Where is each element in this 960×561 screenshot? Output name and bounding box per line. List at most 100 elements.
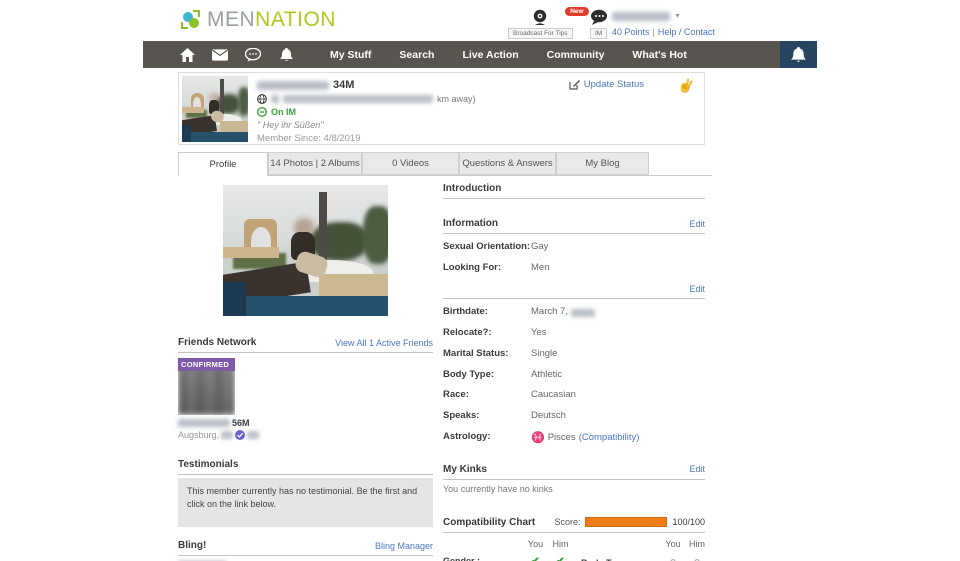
alerts-bell-button[interactable] (780, 41, 817, 68)
nav-live-action[interactable]: Live Action (448, 49, 532, 61)
col-you: You (523, 536, 548, 553)
nav-whats-hot[interactable]: What's Hot (618, 49, 700, 61)
compatibility-title: Compatibility Chart (443, 517, 535, 528)
im-button[interactable]: IM (589, 9, 609, 39)
testimonials-empty-message: This member currently has no testimonial… (178, 478, 433, 527)
compatibility-chart-section: Compatibility Chart Score: 100/100 You H… (443, 517, 705, 561)
new-badge: New (565, 7, 588, 16)
bell-icon (791, 47, 806, 63)
score-value: 100/100 (672, 517, 705, 527)
col-you: You (661, 536, 685, 555)
my-kinks-section: My Kinks Edit You currently have no kink… (443, 464, 705, 494)
kinks-empty-message: You currently have no kinks (443, 484, 705, 494)
update-status-text: Update Status (584, 79, 644, 90)
score-bar (585, 517, 667, 527)
logo-text-nation: NATION (255, 8, 336, 31)
update-status-link[interactable]: Update Status (569, 79, 644, 90)
bodytype-you: ? (661, 555, 685, 561)
distance-suffix: km away) (437, 94, 476, 104)
information-edit-link[interactable]: Edit (689, 219, 705, 229)
col-him: Him (685, 536, 709, 555)
friend-card: CONFIRMED 56M Augsburg, (178, 358, 433, 440)
blurred-profile-username (257, 81, 329, 90)
friend-photo[interactable]: CONFIRMED (178, 358, 235, 415)
mennation-logo[interactable]: MENNATION (180, 8, 336, 32)
view-all-friends-link[interactable]: View All 1 Active Friends (335, 338, 433, 348)
profile-thumbnail-photo[interactable] (182, 76, 248, 142)
profile-photo-large[interactable] (223, 185, 388, 316)
kinks-edit-link[interactable]: Edit (689, 464, 705, 474)
friends-network-title: Friends Network (178, 337, 256, 348)
blurred-birth-year (571, 309, 595, 317)
details-edit-link[interactable]: Edit (689, 284, 705, 294)
nav-community[interactable]: Community (533, 49, 619, 61)
online-status-icon (257, 107, 267, 117)
gender-him: ✔ (548, 553, 573, 561)
info-row: Speaks: Deutsch (443, 409, 705, 424)
links-divider: | (653, 27, 655, 37)
blurred-friend-extra (247, 431, 259, 439)
globe-icon (257, 94, 267, 104)
introduction-section: Introduction (443, 183, 705, 199)
pisces-icon: ♓ (531, 430, 545, 447)
compatibility-link[interactable]: (Compatibility) (579, 431, 640, 446)
broadcast-for-tips-button[interactable]: New Broadcast For Tips (508, 9, 573, 39)
points-link[interactable]: 40 Points (612, 27, 650, 37)
user-menu[interactable]: ▼ (612, 12, 707, 21)
help-contact-link[interactable]: Help / Contact (658, 27, 715, 37)
blurred-friend-name (178, 419, 230, 427)
tab-questions-answers[interactable]: Questions & Answers (459, 152, 556, 175)
information-section: Information Edit Sexual Orientation: Gay… (443, 218, 705, 447)
logo-text-men: MEN (207, 8, 255, 31)
compat-table-left: You Him Gender : ✔ ✔ Distance : ✔ ✔ Age … (443, 536, 573, 561)
information-title: Information (443, 218, 498, 229)
im-chat-icon (589, 9, 609, 26)
profile-summary-card: 34M km away) On IM " Hey ihr Süßen" Memb… (178, 72, 705, 145)
info-row: Sexual Orientation: Gay (443, 240, 705, 255)
edit-status-icon (569, 79, 580, 90)
friend-age-gender: 56M (232, 418, 250, 428)
tab-videos[interactable]: 0 Videos (362, 152, 459, 175)
profile-tabs: Profile 14 Photos | 2 Albums 0 Videos Qu… (178, 152, 649, 176)
blurred-friend-location (221, 431, 233, 439)
info-row: Relocate?: Yes (443, 326, 705, 341)
hand-icon[interactable]: ✌ (676, 76, 697, 97)
astrology-sign: Pisces (548, 431, 576, 446)
bodytype-him: ? (685, 555, 709, 561)
chevron-down-icon: ▼ (674, 13, 681, 20)
score-label: Score: (554, 517, 580, 527)
home-icon[interactable] (179, 47, 195, 63)
bling-section: Bling! Bling Manager currently doesn't h… (178, 540, 433, 561)
introduction-title: Introduction (443, 183, 501, 194)
tab-photos-albums[interactable]: 14 Photos | 2 Albums (268, 152, 362, 175)
status-quote: " Hey ihr Süßen" (257, 120, 323, 130)
online-status-text: On IM (271, 107, 296, 117)
member-since: Member Since: 4/8/2019 (257, 133, 476, 144)
verified-check-icon (235, 430, 245, 440)
gender-you: ✔ (523, 553, 548, 561)
notifications-bell-icon[interactable] (278, 47, 294, 63)
tab-my-blog[interactable]: My Blog (556, 152, 649, 175)
compat-table-right: You Him Body Type : ? ? Sexual Orientati… (581, 536, 709, 561)
friend-location: Augsburg, (178, 430, 219, 440)
age-gender: 34M (333, 79, 354, 91)
nav-my-stuff[interactable]: My Stuff (316, 49, 385, 61)
my-kinks-title: My Kinks (443, 464, 487, 475)
im-label: IM (590, 28, 607, 39)
bling-title: Bling! (178, 540, 206, 551)
info-row: Birthdate: March 7, (443, 305, 705, 320)
testimonials-section: Testimonials This member currently has n… (178, 459, 433, 527)
info-row: Marital Status: Single (443, 347, 705, 362)
confirmed-badge: CONFIRMED (178, 358, 235, 371)
blurred-username (612, 12, 670, 21)
nav-search[interactable]: Search (385, 49, 448, 61)
info-row: Race: Caucasian (443, 388, 705, 403)
page: MENNATION New Broadcast For Tips (0, 0, 960, 561)
info-row: Looking For: Men (443, 261, 705, 276)
broadcast-label: Broadcast For Tips (508, 28, 573, 39)
info-row: Body Type: Athletic (443, 368, 705, 383)
chat-icon[interactable] (245, 47, 261, 63)
tab-profile[interactable]: Profile (178, 152, 268, 176)
bling-manager-link[interactable]: Bling Manager (375, 541, 433, 551)
mail-icon[interactable] (212, 47, 228, 63)
